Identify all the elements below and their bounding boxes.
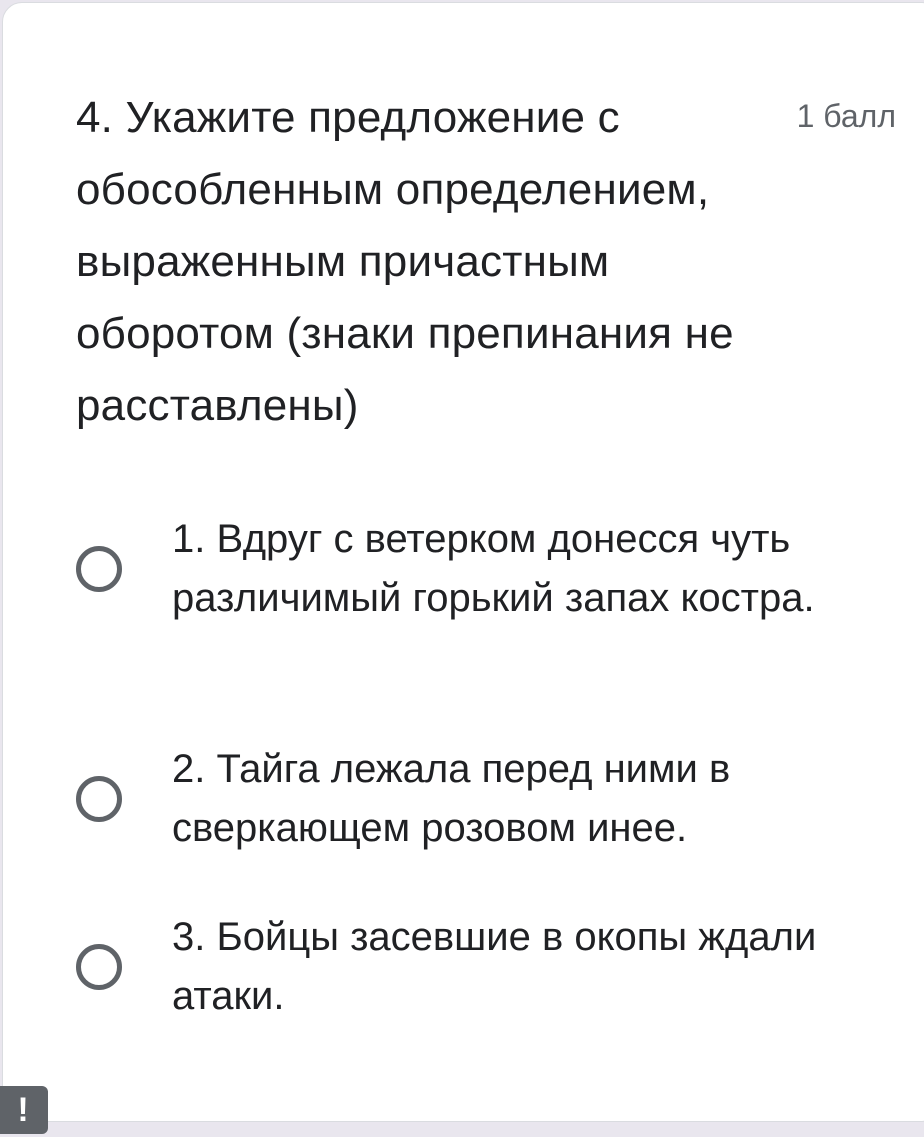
radio-button-icon[interactable]	[76, 776, 122, 822]
question-title: 4. Укажите предложение с обособленным оп…	[76, 93, 734, 430]
radio-button-icon[interactable]	[76, 546, 122, 592]
option-2[interactable]: 2. Тайга лежала перед ними в сверкающем …	[76, 740, 876, 858]
points-label: 1 балл	[796, 98, 896, 134]
option-label: 2. Тайга лежала перед ними в сверкающем …	[172, 747, 731, 850]
radio-button-icon[interactable]	[76, 944, 122, 990]
option-label: 1. Вдруг с ветерком донесся чуть различи…	[172, 517, 815, 620]
option-1[interactable]: 1. Вдруг с ветерком донесся чуть различи…	[76, 510, 876, 628]
exclamation-icon[interactable]: !	[0, 1086, 48, 1134]
option-3[interactable]: 3. Бойцы засевшие в окопы ждали атаки.	[76, 908, 876, 1026]
option-label: 3. Бойцы засевшие в окопы ждали атаки.	[172, 915, 817, 1018]
